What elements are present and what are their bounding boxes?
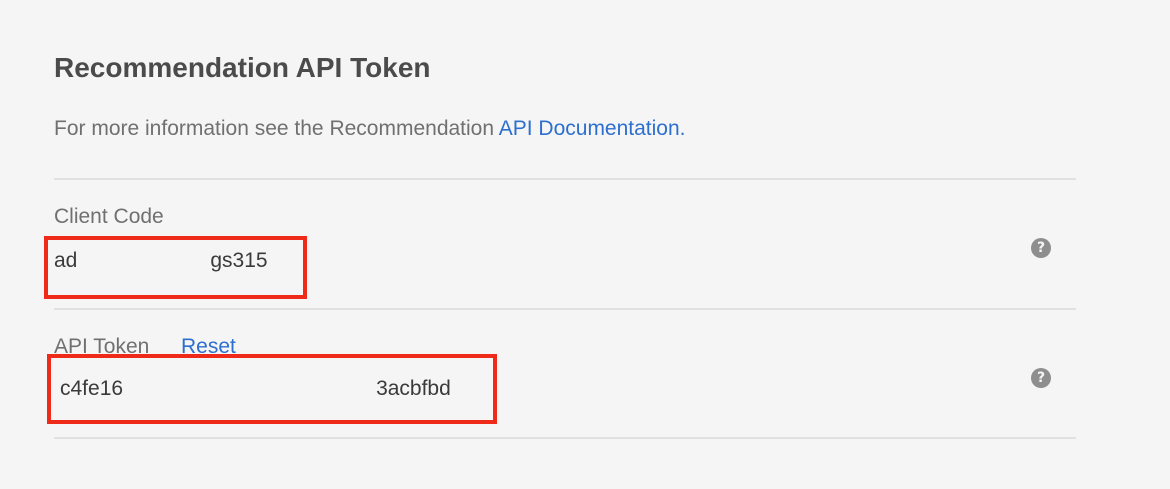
recommendation-api-token-panel: Recommendation API Token For more inform… [44, 0, 1076, 489]
client-code-highlight-box [44, 236, 307, 299]
info-text: For more information see the Recommendat… [54, 117, 686, 141]
divider-middle [54, 308, 1076, 310]
api-documentation-link[interactable]: API Documentation. [499, 117, 686, 140]
info-description: For more information see the Recommendat… [54, 117, 495, 140]
api-token-highlight-box [47, 354, 497, 424]
api-token-help-icon[interactable]: ? [1031, 368, 1051, 388]
client-code-label: Client Code [54, 205, 164, 228]
section-title: Recommendation API Token [54, 52, 431, 83]
divider-bottom [54, 437, 1076, 439]
divider-top [54, 178, 1076, 180]
client-code-help-icon[interactable]: ? [1031, 238, 1051, 258]
